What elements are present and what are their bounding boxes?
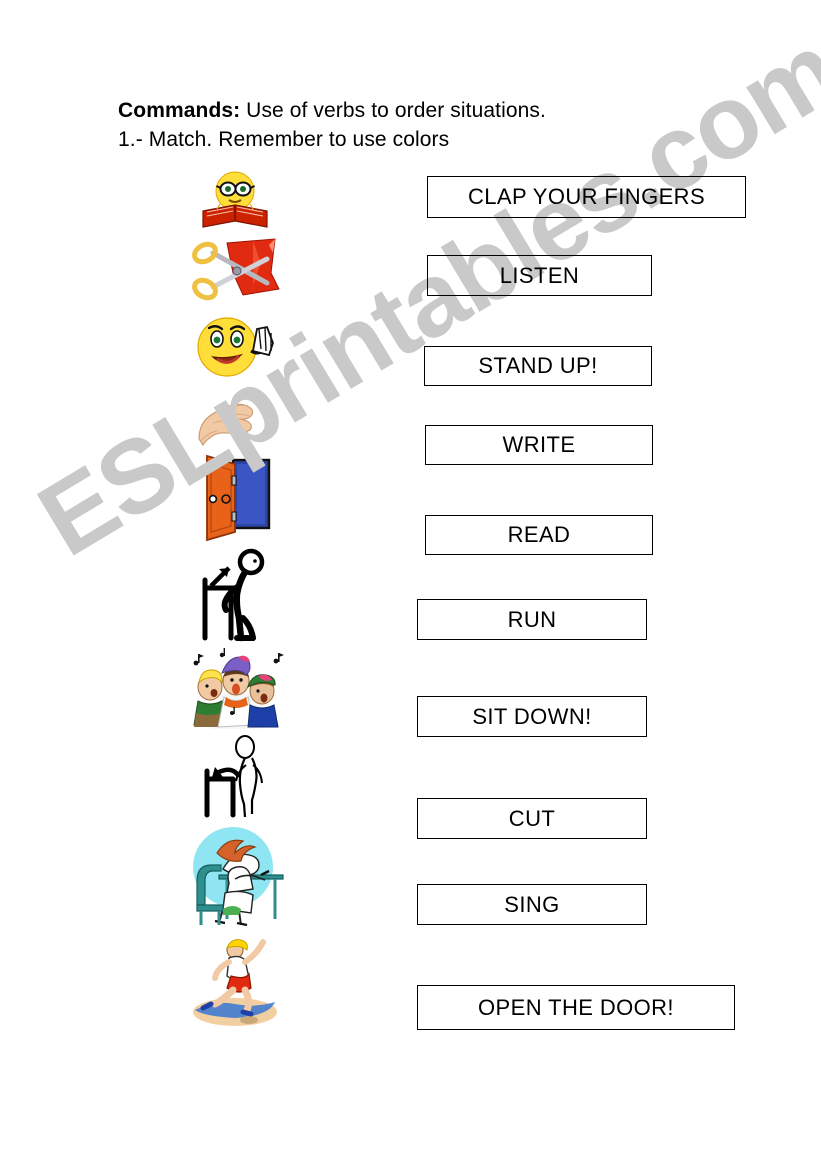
worksheet-page: Commands: Use of verbs to order situatio… <box>0 0 821 1169</box>
label-box-run[interactable]: RUN <box>417 599 647 640</box>
label-box-sing[interactable]: SING <box>417 884 647 925</box>
label-box-stand-up[interactable]: STAND UP! <box>424 346 652 386</box>
label-column: CLAP YOUR FINGERS LISTEN STAND UP! WRITE… <box>0 0 821 1169</box>
label-box-sit-down[interactable]: SIT DOWN! <box>417 696 647 737</box>
label-box-open-the-door[interactable]: OPEN THE DOOR! <box>417 985 735 1030</box>
label-box-clap-your-fingers[interactable]: CLAP YOUR FINGERS <box>427 176 746 218</box>
label-box-write[interactable]: WRITE <box>425 425 653 465</box>
label-box-read[interactable]: READ <box>425 515 653 555</box>
label-box-listen[interactable]: LISTEN <box>427 255 652 296</box>
label-box-cut[interactable]: CUT <box>417 798 647 839</box>
